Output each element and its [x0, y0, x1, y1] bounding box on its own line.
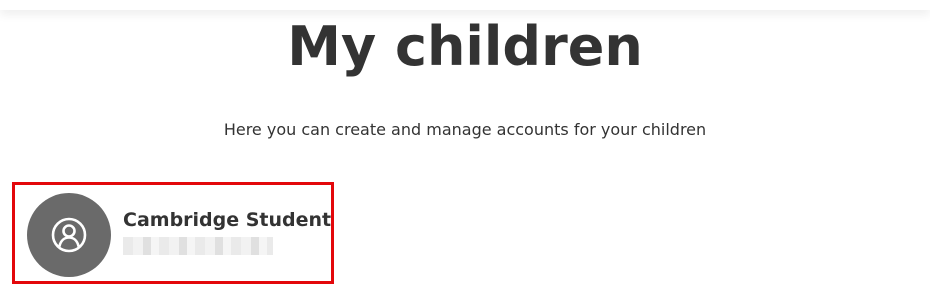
top-bar [0, 0, 930, 10]
child-account-card[interactable]: Cambridge Student [12, 182, 334, 284]
page-title: My children [287, 15, 643, 78]
page-subtitle: Here you can create and manage accounts … [223, 120, 707, 139]
avatar [27, 193, 111, 277]
child-email-redacted [123, 237, 273, 255]
user-circle-icon [51, 217, 87, 253]
child-name: Cambridge Student [123, 209, 332, 231]
